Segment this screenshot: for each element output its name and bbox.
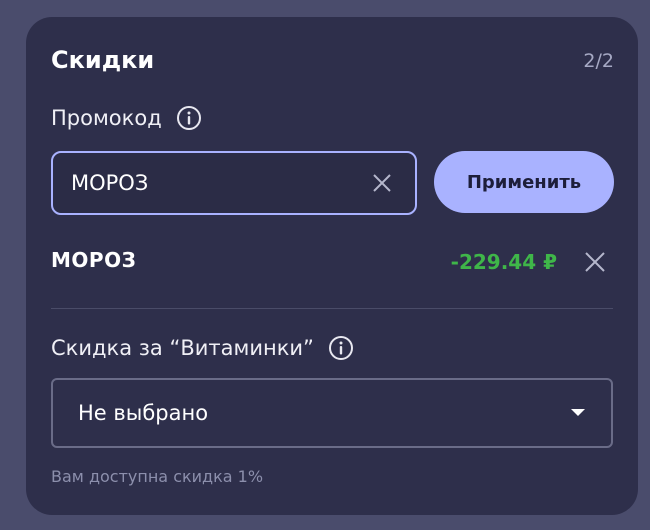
promo-input[interactable] [71, 153, 351, 213]
card-title: Скидки [51, 46, 155, 74]
select-value: Не выбрано [78, 401, 209, 425]
divider [51, 308, 613, 309]
promo-label: Промокод [51, 106, 162, 130]
clear-input-icon[interactable] [371, 172, 393, 194]
discount-hint: Вам доступна скидка 1% [51, 467, 264, 486]
apply-promo-button[interactable]: Применить [434, 151, 614, 213]
applied-promo-code: МОРОЗ [51, 248, 137, 272]
applied-discount-amount: -229.44 ₽ [450, 250, 557, 274]
vitamins-discount-select[interactable]: Не выбрано [51, 378, 613, 448]
info-icon[interactable] [176, 105, 202, 131]
applied-promo-row: МОРОЗ -229.44 ₽ [51, 242, 613, 282]
info-icon[interactable] [328, 335, 354, 361]
vitamins-label-row: Скидка за “Витаминки” [51, 335, 354, 361]
caret-down-icon [571, 409, 585, 416]
promo-label-row: Промокод [51, 105, 202, 131]
remove-promo-icon[interactable] [583, 250, 607, 274]
discounts-card: Скидки 2/2 Промокод Применить МОРОЗ -229… [26, 17, 638, 515]
promo-input-field[interactable] [51, 151, 417, 215]
step-indicator: 2/2 [583, 50, 614, 72]
vitamins-label: Скидка за “Витаминки” [51, 336, 314, 360]
